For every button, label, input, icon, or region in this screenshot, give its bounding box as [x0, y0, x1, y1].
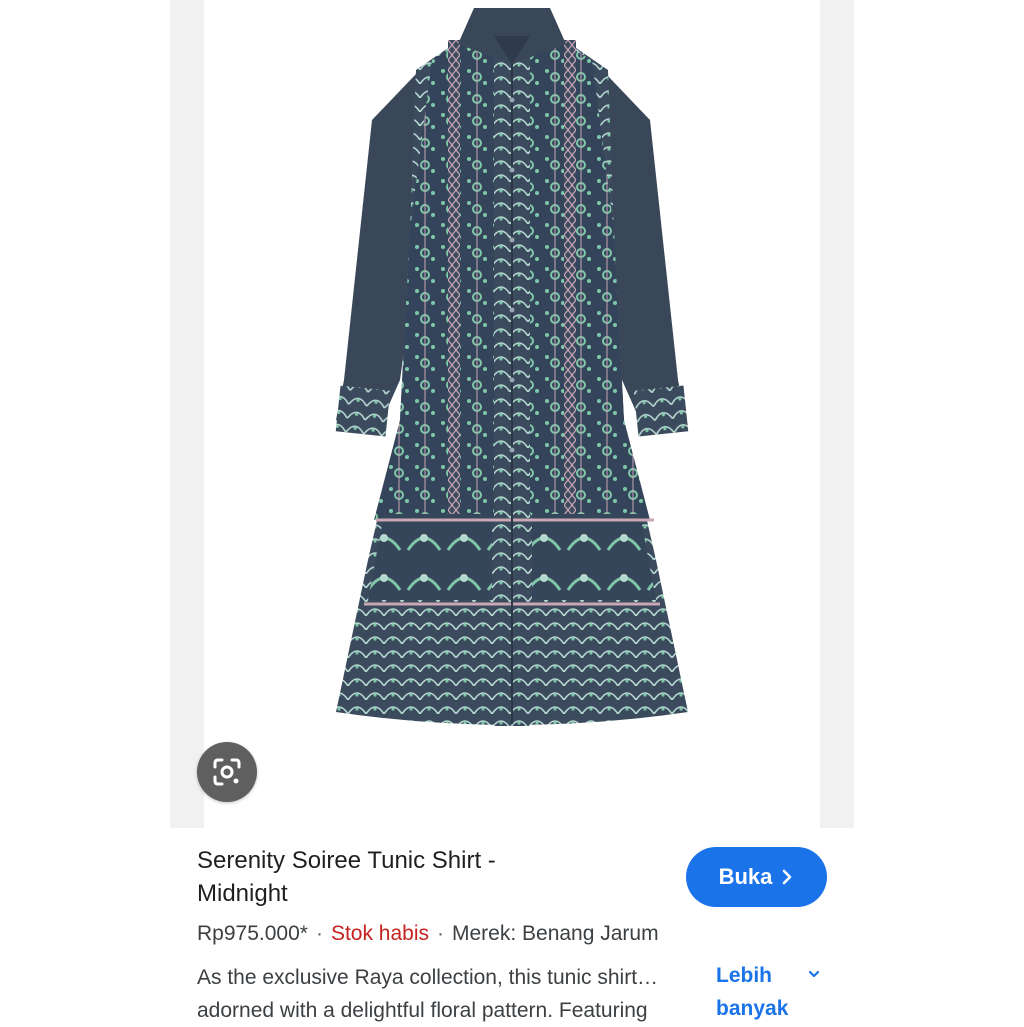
product-title[interactable]: Serenity Soiree Tunic Shirt - Midnight: [197, 844, 657, 910]
more-link[interactable]: Lebih banyak: [716, 959, 796, 1025]
chevron-right-icon: [783, 869, 792, 885]
price: Rp975.000*: [197, 922, 308, 945]
separator: ·: [315, 922, 323, 945]
product-description: As the exclusive Raya collection, this t…: [197, 961, 712, 1027]
brand: Merek: Benang Jarum: [452, 922, 659, 945]
product-image-frame: [170, 0, 854, 828]
open-button[interactable]: Buka: [686, 847, 827, 907]
description-line: As the exclusive Raya collection, this t…: [197, 966, 659, 989]
more-link-label: Lebih: [716, 964, 772, 987]
description-line: adorned with a delightful floral pattern…: [197, 999, 648, 1022]
separator: ·: [437, 922, 444, 945]
open-button-label: Buka: [718, 864, 773, 889]
chevron-down-icon[interactable]: [806, 966, 822, 982]
product-image[interactable]: [204, 0, 820, 828]
more-link-label: banyak: [716, 997, 789, 1020]
google-lens-button[interactable]: [197, 742, 257, 802]
google-lens-icon: [213, 758, 241, 786]
product-image-container[interactable]: [204, 0, 820, 828]
product-title-line: Midnight: [197, 880, 288, 907]
stock-status: Stok habis: [330, 922, 429, 945]
product-title-line: Serenity Soiree Tunic Shirt -: [197, 847, 496, 874]
product-meta-row: Rp975.000* · Stok habis · Merek: Benang Jaru…: [197, 922, 817, 946]
